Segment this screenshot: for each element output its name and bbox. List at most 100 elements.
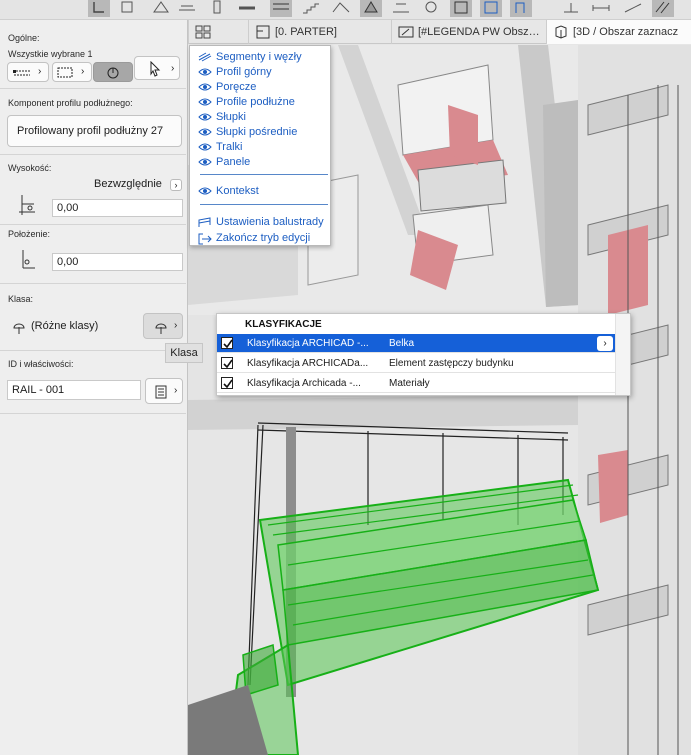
chevron-right-icon: › [174, 385, 178, 396]
navigator-grid-button[interactable] [188, 20, 248, 44]
rotation-icon [107, 67, 119, 79]
floor-plan-icon [256, 25, 270, 39]
menu-item-label: Poręcze [216, 80, 257, 93]
grid-icon [195, 25, 211, 39]
tab-label: [3D / Obszar zaznacz [573, 26, 679, 38]
classification-row[interactable]: Klasyfikacja ARCHICADa... Element zastęp… [217, 354, 615, 373]
tab-label: [#LEGENDA PW Obsz… [418, 26, 540, 38]
menu-item-label: Zakończ tryb edycji [216, 231, 311, 244]
curtain-wall-tool-icon[interactable] [450, 0, 472, 17]
menu-item-railing-settings[interactable]: Ustawienia balustrady [190, 214, 330, 229]
eye-icon [198, 68, 212, 76]
morph-tool-icon[interactable] [360, 0, 382, 17]
slab-tool-icon[interactable] [176, 0, 198, 17]
menu-item-handrails[interactable]: Poręcze [190, 79, 330, 94]
eye-icon [198, 143, 212, 151]
menu-item-label: Profile podłużne [216, 95, 295, 108]
height-label: Wysokość: [8, 163, 52, 173]
menu-item-posts[interactable]: Słupki [190, 109, 330, 124]
classification-scrollbar[interactable] [615, 314, 630, 395]
menu-item-label: Kontekst [216, 184, 259, 197]
classification-row[interactable]: Klasyfikacja ARCHICAD -... Belka › [217, 334, 615, 353]
box-tool-icon[interactable] [116, 0, 138, 17]
id-field[interactable]: RAIL - 001 [7, 380, 141, 400]
menu-item-top-profile[interactable]: Profil górny [190, 64, 330, 79]
level-tool-icon[interactable] [622, 0, 644, 17]
polyline-geometry-icon [13, 70, 30, 76]
railing-edit-menu: Segmenty i węzły Profil górny Poręcze Pr… [189, 45, 331, 246]
magic-wand-button[interactable] [93, 62, 133, 82]
chevron-right-icon: › [174, 320, 178, 331]
arrow-tool-icon[interactable] [88, 0, 110, 17]
pointer-arrow-icon [150, 61, 161, 77]
menu-item-inner-posts[interactable]: Słupki pośrednie [190, 124, 330, 139]
archicad-window: [0. PARTER] [#LEGENDA PW Obsz… [3D / Obs… [0, 0, 691, 755]
properties-button[interactable]: › [145, 378, 183, 404]
object-tool-icon[interactable] [420, 0, 442, 17]
checkbox[interactable] [221, 357, 233, 369]
class-label: Klasa: [8, 294, 34, 304]
profile-component-label: Komponent profilu podłużnego: [8, 98, 133, 108]
class-value: (Różne klasy) [31, 320, 99, 332]
height-field[interactable]: 0,00 [52, 199, 183, 217]
pointer-tool-button[interactable]: › [134, 56, 180, 80]
tab-label: [0. PARTER] [275, 26, 337, 38]
classification-popup: KLASYFIKACJE Klasyfikacja ARCHICAD -... … [216, 313, 631, 396]
menu-item-label: Profil górny [216, 65, 272, 78]
window-tool-icon[interactable] [480, 0, 502, 17]
classification-value: Materiały [389, 378, 430, 389]
top-toolbar [0, 0, 691, 20]
info-box-panel: Ogólne: Wszystkie wybrane 1 › › › Kompon… [0, 20, 188, 755]
menu-item-label: Słupki [216, 110, 246, 123]
railing-tool-icon[interactable] [270, 0, 292, 17]
tab-layout[interactable]: [#LEGENDA PW Obsz… [391, 20, 546, 44]
id-properties-label: ID i właściwości: [8, 359, 74, 369]
menu-item-balusters[interactable]: Tralki [190, 139, 330, 154]
menu-divider [200, 204, 328, 205]
skylight-tool-icon[interactable] [560, 0, 582, 17]
menu-divider [200, 174, 328, 175]
menu-item-label: Słupki pośrednie [216, 125, 298, 138]
menu-item-segments[interactable]: Segmenty i węzły [190, 49, 330, 64]
position-field[interactable]: 0,00 [52, 253, 183, 271]
exit-edit-icon [198, 233, 212, 245]
column-tool-icon[interactable] [206, 0, 228, 17]
menu-item-context[interactable]: Kontekst [190, 183, 330, 198]
checkbox[interactable] [221, 337, 233, 349]
dimension-tool-icon[interactable] [590, 0, 612, 17]
classification-system: Klasyfikacja ARCHICADa... [247, 358, 369, 369]
selection-count-label: Wszystkie wybrane 1 [8, 49, 93, 59]
geometry-method-button[interactable]: › [7, 62, 49, 82]
height-offset-icon [19, 195, 35, 215]
selection-method-button[interactable]: › [52, 62, 92, 82]
zone-tool-icon[interactable] [390, 0, 412, 17]
chevron-right-icon: › [171, 63, 175, 74]
tab-floor-plan[interactable]: [0. PARTER] [248, 20, 391, 44]
segments-icon [198, 52, 212, 62]
position-label: Położenie: [8, 229, 51, 239]
tab-3d-view[interactable]: [3D / Obszar zaznacz [546, 20, 691, 44]
check-icon [223, 359, 233, 369]
menu-item-panels[interactable]: Panele [190, 154, 330, 169]
classification-system: Klasyfikacja ARCHICAD -... [247, 338, 369, 349]
eye-icon [198, 98, 212, 106]
mesh-tool-icon[interactable] [330, 0, 352, 17]
profile-component-selector[interactable]: Profilowany profil podłużny 27 [7, 115, 182, 147]
class-tree-icon [13, 323, 25, 334]
chevron-right-icon[interactable]: › [170, 179, 182, 191]
class-button[interactable]: › [143, 313, 183, 339]
checkbox[interactable] [221, 377, 233, 389]
classification-row[interactable]: Klasyfikacja Archicada -... Materiały [217, 374, 615, 393]
classification-title: KLASYFIKACJE [245, 319, 322, 330]
stair-tool-icon[interactable] [300, 0, 322, 17]
fill-tool-icon[interactable] [652, 0, 674, 17]
chevron-right-icon[interactable]: › [597, 336, 613, 351]
roof-tool-icon[interactable] [150, 0, 172, 17]
menu-item-exit-edit[interactable]: Zakończ tryb edycji [190, 230, 330, 245]
height-mode-label[interactable]: Bezwzględnie [94, 178, 162, 190]
menu-item-label: Ustawienia balustrady [216, 215, 324, 228]
door-tool-icon[interactable] [510, 0, 532, 17]
beam-tool-icon[interactable] [236, 0, 258, 17]
rectangle-select-icon [57, 67, 73, 78]
menu-item-rails[interactable]: Profile podłużne [190, 94, 330, 109]
